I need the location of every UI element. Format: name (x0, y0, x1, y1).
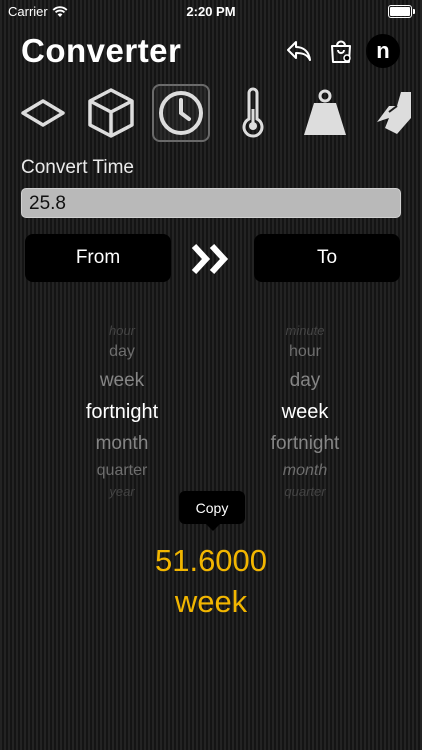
avatar[interactable]: n (366, 34, 400, 68)
picker-item[interactable]: hour (22, 323, 222, 338)
result-unit: week (174, 584, 248, 619)
status-bar: Carrier 2:20 PM (0, 0, 422, 22)
category-weight[interactable] (296, 84, 354, 142)
status-time: 2:20 PM (186, 4, 236, 19)
picker-item[interactable]: month (205, 462, 405, 480)
copy-label: Copy (195, 499, 229, 516)
copy-tooltip[interactable]: Copy (179, 491, 245, 531)
picker-item[interactable]: quarter (22, 462, 222, 480)
picker-item-selected[interactable]: week (205, 401, 405, 424)
page-title: Converter (21, 32, 182, 69)
weight-icon (304, 89, 346, 135)
volume-cube-icon (88, 88, 134, 138)
to-unit-picker[interactable]: minute hour day week fortnight month qua… (205, 318, 405, 508)
picker-item[interactable]: day (22, 343, 222, 361)
category-speed[interactable] (362, 84, 420, 142)
picker-item[interactable]: fortnight (205, 433, 405, 455)
undo-arrow-icon[interactable] (284, 36, 314, 66)
to-button[interactable]: To (254, 234, 400, 282)
battery-icon (388, 5, 415, 18)
category-temperature[interactable] (224, 84, 282, 142)
area-diamond-icon (21, 99, 65, 127)
clock-icon (159, 91, 203, 135)
category-volume[interactable] (82, 84, 140, 142)
thermometer-icon (242, 87, 264, 138)
speed-icon (377, 92, 411, 134)
from-button[interactable]: From (25, 234, 171, 282)
value-input[interactable]: 25.8 (21, 188, 401, 218)
category-time[interactable] (152, 84, 210, 142)
picker-item[interactable]: day (205, 370, 405, 392)
picker-item[interactable]: minute (205, 323, 405, 338)
picker-item[interactable]: month (22, 433, 222, 455)
swap-arrows-icon[interactable] (190, 242, 234, 276)
convert-label: Convert Time (21, 157, 134, 178)
category-area[interactable] (14, 84, 72, 142)
result-value[interactable]: 51.6000 (0, 543, 422, 579)
shopping-bag-icon[interactable] (326, 36, 356, 66)
avatar-letter: n (376, 38, 390, 63)
picker-item[interactable]: week (22, 370, 222, 392)
from-unit-picker[interactable]: hour day week fortnight month quarter ye… (22, 318, 222, 508)
picker-item-selected[interactable]: fortnight (22, 401, 222, 424)
picker-item[interactable]: hour (205, 343, 405, 361)
